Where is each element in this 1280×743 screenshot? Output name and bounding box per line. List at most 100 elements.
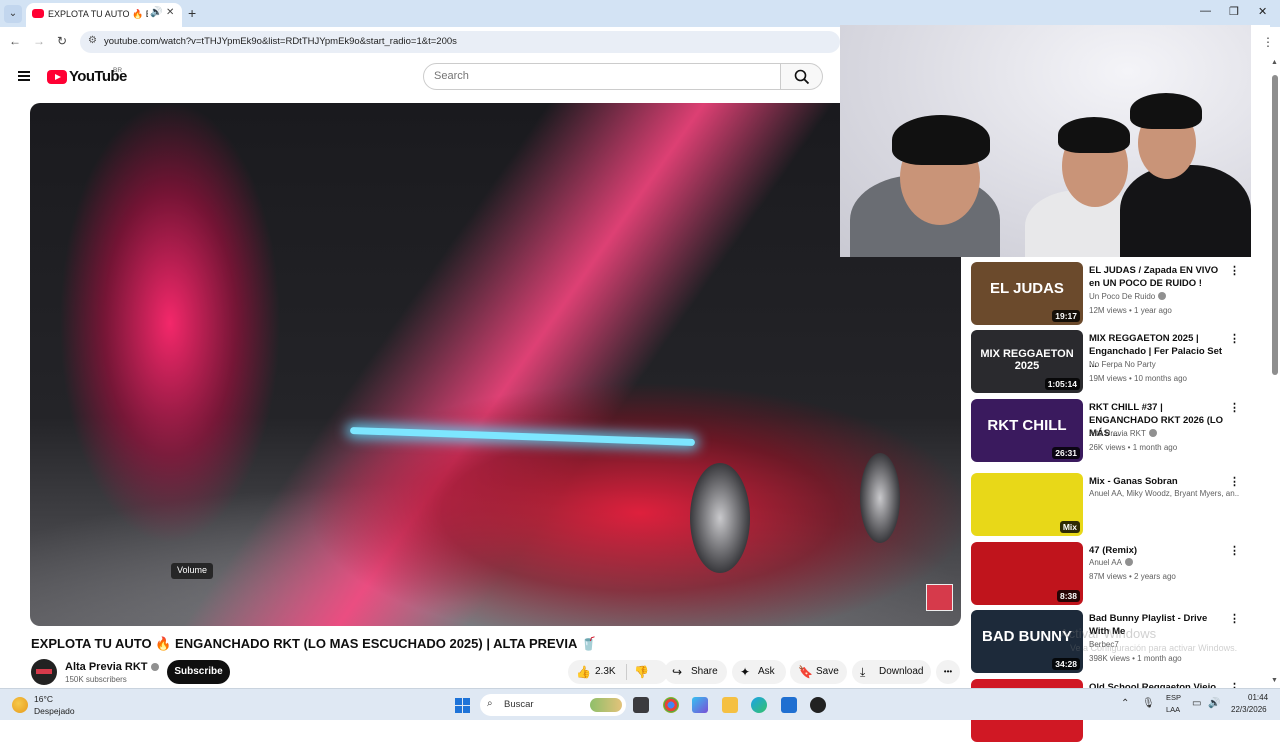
video-frame-wheel	[690, 463, 750, 573]
microphone-icon[interactable]: 🎙	[1142, 698, 1155, 709]
menu-icon[interactable]	[18, 71, 30, 81]
clock-time[interactable]: 01:44	[1248, 693, 1268, 702]
weather-moon-icon[interactable]	[12, 697, 28, 713]
recommendation-title[interactable]: Mix - Ganas Sobran	[1089, 475, 1225, 488]
recommendation-channel[interactable]: Un Poco De Ruido	[1089, 292, 1239, 301]
recommendation-thumbnail[interactable]: BAD BUNNY 34:28	[971, 610, 1083, 673]
channel-watermark-icon[interactable]	[926, 584, 953, 611]
youtube-logo-icon[interactable]	[47, 70, 67, 84]
recommendation-item[interactable]: Mix Mix - Ganas Sobran Anuel AA, Miky Wood…	[971, 473, 1241, 537]
person-hair	[1058, 117, 1130, 153]
windows-taskbar: 16°C Despejado ⌕ Buscar ⌃ ESP LAA 🎙 ▭ 🔊 …	[0, 688, 1280, 720]
windows-activation-subtext: Ve a Configuración para activar Windows.	[1070, 643, 1238, 653]
page-scrollbar[interactable]: ▲ ▼	[1270, 57, 1280, 688]
copilot-icon[interactable]	[692, 697, 708, 713]
taskbar-search-label: Buscar	[504, 699, 534, 710]
back-arrow-icon[interactable]: ←	[9, 34, 21, 48]
subscribe-button[interactable]: Subscribe	[167, 660, 230, 684]
video-frame-wheel	[860, 453, 900, 543]
clock-date[interactable]: 22/3/2026	[1231, 705, 1267, 714]
more-options-icon[interactable]: ⋮	[1229, 544, 1240, 557]
recommendation-channel[interactable]: Anuel AA	[1089, 558, 1239, 567]
store-icon[interactable]	[781, 697, 797, 713]
scroll-down-icon[interactable]: ▼	[1271, 677, 1278, 684]
scroll-up-icon[interactable]: ▲	[1271, 59, 1278, 66]
minimize-window-button[interactable]: —	[1200, 5, 1211, 17]
recommendation-meta: 12M views • 1 year ago	[1089, 306, 1172, 315]
channel-avatar[interactable]	[31, 659, 57, 685]
recommendation-item[interactable]: EL JUDAS 19:17 EL JUDAS / Zapada EN VIVO e…	[971, 262, 1241, 326]
browser-tab[interactable]: EXPLOTA TU AUTO 🔥 ENG 🔊 ✕	[26, 3, 182, 27]
recommendation-channel[interactable]: Anuel AA, Miky Woodz, Bryant Myers, an..…	[1089, 489, 1239, 498]
country-code: BR	[113, 67, 123, 74]
new-tab-button[interactable]: +	[188, 5, 196, 21]
address-bar[interactable]: ⚙ youtube.com/watch?v=tTHJYpmEk9o&list=R…	[80, 31, 840, 53]
search-input[interactable]: Search	[423, 63, 781, 90]
video-title: EXPLOTA TU AUTO 🔥 ENGANCHADO RKT (LO MAS…	[31, 636, 597, 651]
more-options-icon[interactable]: ⋮	[1229, 401, 1240, 414]
recommendation-thumbnail[interactable]: 8:38	[971, 542, 1083, 605]
duration-badge: 1:05:14	[1044, 378, 1080, 390]
site-info-icon[interactable]: ⚙	[88, 35, 97, 46]
weather-temperature[interactable]: 16°C	[34, 694, 53, 704]
recommendation-item[interactable]: MIX REGGAETON 2025 1:05:14 MIX REGGAETON 2…	[971, 330, 1241, 394]
edge-icon[interactable]	[751, 697, 767, 713]
forward-arrow-icon[interactable]: →	[33, 34, 45, 48]
more-options-icon[interactable]: ⋮	[1229, 264, 1240, 277]
keyboard-language[interactable]: ESP	[1166, 693, 1181, 702]
task-view-icon[interactable]	[633, 697, 649, 713]
volume-icon[interactable]: 🔊	[1208, 698, 1220, 709]
recommendation-title[interactable]: 47 (Remix)	[1089, 544, 1225, 557]
recommendation-thumbnail[interactable]: EL JUDAS 19:17	[971, 262, 1083, 325]
chrome-icon[interactable]	[663, 697, 679, 713]
recommendation-item[interactable]: RKT CHILL 26:31 RKT CHILL #37 | ENGANCHADO…	[971, 399, 1241, 463]
share-button[interactable]: ↪ Share	[664, 660, 727, 684]
more-options-icon[interactable]: ⋮	[1229, 332, 1240, 345]
thumbnail-text: RKT CHILL	[987, 417, 1067, 434]
more-options-icon[interactable]: ⋮	[1229, 475, 1240, 488]
windows-start-icon[interactable]	[455, 698, 470, 713]
recommendation-item[interactable]: BAD BUNNY 34:28 Bad Bunny Playlist - Drive…	[971, 610, 1241, 674]
more-options-icon[interactable]: ⋮	[1229, 612, 1240, 625]
save-button[interactable]: 🔖 Save	[790, 660, 847, 684]
video-player[interactable]: Volume	[30, 103, 961, 626]
download-button[interactable]: ⤓ Download	[852, 660, 931, 684]
thumbs-up-icon[interactable]: 👍	[576, 660, 591, 684]
thumbs-down-icon[interactable]: 👎	[634, 660, 649, 684]
ask-button[interactable]: ✦ Ask	[732, 660, 786, 684]
save-label: Save	[816, 666, 839, 677]
recommendation-thumbnail[interactable]: RKT CHILL 26:31	[971, 399, 1083, 462]
taskbar-search-input[interactable]: ⌕ Buscar	[480, 694, 626, 716]
like-count[interactable]: 2.3K	[595, 660, 616, 684]
recommendation-thumbnail[interactable]: MIX REGGAETON 2025 1:05:14	[971, 330, 1083, 393]
download-icon: ⤓	[860, 665, 866, 679]
recommendation-title[interactable]: EL JUDAS / Zapada EN VIVO en UN POCO DE …	[1089, 264, 1225, 290]
verified-icon	[150, 663, 159, 671]
search-button[interactable]	[781, 63, 823, 90]
verified-icon	[1158, 292, 1167, 300]
tab-close-icon[interactable]: ✕	[166, 7, 174, 18]
weather-description[interactable]: Despejado	[34, 706, 75, 716]
share-arrow-icon: ↪	[672, 665, 683, 679]
recommendation-channel[interactable]: No Ferpa No Party	[1089, 360, 1239, 369]
app-icon[interactable]	[810, 697, 826, 713]
channel-name[interactable]: Alta Previa RKT	[65, 661, 159, 673]
recommendation-thumbnail[interactable]: Mix	[971, 473, 1083, 536]
browser-menu-icon[interactable]: ⋮	[1262, 35, 1274, 49]
browser-edge	[1251, 25, 1270, 257]
keyboard-layout[interactable]: LAA	[1166, 705, 1180, 714]
speaker-icon[interactable]: 🔊	[150, 7, 162, 18]
restore-window-button[interactable]: ❐	[1229, 5, 1239, 18]
reload-icon[interactable]: ↻	[57, 34, 67, 48]
tab-search-icon[interactable]: ⌄	[4, 5, 22, 23]
person-hair	[892, 115, 990, 165]
recommendation-item[interactable]: 8:38 47 (Remix) Anuel AA 87M views • 2 year…	[971, 542, 1241, 606]
network-icon[interactable]: ▭	[1192, 698, 1201, 709]
tray-chevron-icon[interactable]: ⌃	[1121, 698, 1129, 709]
recommendation-channel[interactable]: Alta Previa RKT	[1089, 429, 1239, 438]
scrollbar-thumb[interactable]	[1272, 75, 1278, 375]
bookmark-icon: 🔖	[798, 665, 813, 679]
close-window-button[interactable]: ✕	[1258, 5, 1267, 18]
more-actions-button[interactable]: •••	[936, 660, 960, 684]
file-explorer-icon[interactable]	[722, 697, 738, 713]
